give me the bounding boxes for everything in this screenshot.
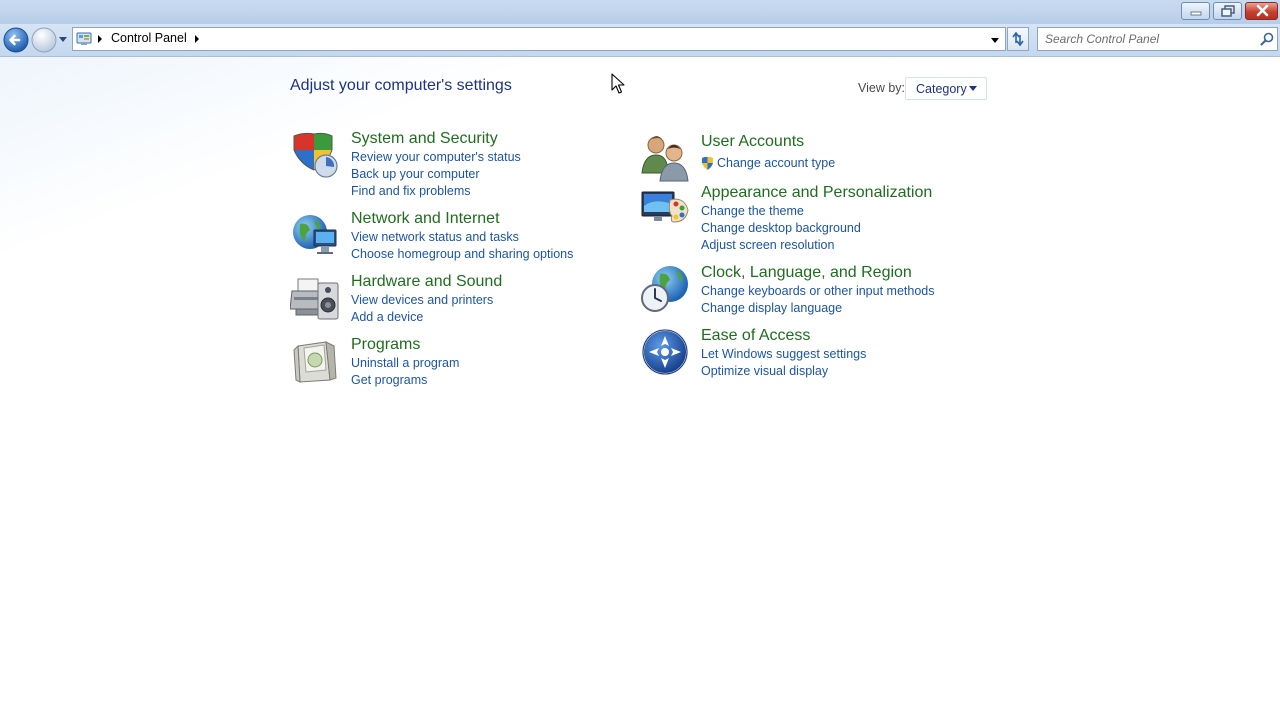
breadcrumb-chevron-icon[interactable] bbox=[194, 34, 200, 44]
link-suggest-settings[interactable]: Let Windows suggest settings bbox=[701, 347, 866, 361]
link-display-language[interactable]: Change display language bbox=[701, 301, 842, 315]
close-icon bbox=[1256, 4, 1269, 17]
link-find-fix-problems[interactable]: Find and fix problems bbox=[351, 184, 471, 198]
printer-speaker-icon[interactable] bbox=[290, 273, 340, 323]
main-content: Adjust your computer's settings View by:… bbox=[0, 57, 1280, 720]
link-optimize-visual-display[interactable]: Optimize visual display bbox=[701, 364, 828, 378]
window-title-bar bbox=[0, 0, 1280, 24]
forward-button[interactable] bbox=[31, 27, 57, 53]
category-title-appearance[interactable]: Appearance and Personalization bbox=[701, 184, 932, 202]
category-title-user-accounts[interactable]: User Accounts bbox=[701, 133, 804, 151]
navigation-bar: Control Panel bbox=[0, 24, 1280, 57]
category-title-network-internet[interactable]: Network and Internet bbox=[351, 210, 500, 228]
category-clock-language-region: Clock, Language, and Region Change keybo… bbox=[640, 264, 960, 319]
chevron-down-icon bbox=[969, 86, 977, 91]
link-uninstall-program[interactable]: Uninstall a program bbox=[351, 356, 459, 370]
search-input[interactable] bbox=[1038, 28, 1253, 50]
uac-shield-icon bbox=[702, 156, 713, 170]
category-title-system-security[interactable]: System and Security bbox=[351, 130, 498, 148]
address-bar[interactable]: Control Panel bbox=[72, 27, 1006, 51]
programs-box-icon[interactable] bbox=[290, 336, 340, 386]
restore-button[interactable] bbox=[1213, 2, 1242, 20]
search-box bbox=[1037, 27, 1278, 51]
category-system-security: System and Security Review your computer… bbox=[290, 130, 590, 200]
link-review-status[interactable]: Review your computer's status bbox=[351, 150, 521, 164]
category-title-programs[interactable]: Programs bbox=[351, 336, 420, 354]
category-ease-of-access: Ease of Access Let Windows suggest setti… bbox=[640, 327, 960, 382]
category-programs: Programs Uninstall a program Get program… bbox=[290, 336, 590, 391]
link-get-programs[interactable]: Get programs bbox=[351, 373, 427, 387]
category-user-accounts: User Accounts Change account type bbox=[640, 133, 960, 182]
view-by-value: Category bbox=[916, 82, 967, 96]
link-homegroup-sharing[interactable]: Choose homegroup and sharing options bbox=[351, 247, 573, 261]
category-appearance-personalization: Appearance and Personalization Change th… bbox=[640, 184, 960, 254]
view-by-dropdown[interactable]: Category bbox=[905, 77, 987, 100]
back-button[interactable] bbox=[3, 27, 29, 53]
link-add-device[interactable]: Add a device bbox=[351, 310, 423, 324]
recent-pages-dropdown-icon[interactable] bbox=[58, 33, 68, 45]
monitor-palette-icon[interactable] bbox=[640, 184, 690, 234]
minimize-icon bbox=[1190, 11, 1202, 16]
category-title-ease-of-access[interactable]: Ease of Access bbox=[701, 327, 810, 345]
category-hardware-sound: Hardware and Sound View devices and prin… bbox=[290, 273, 590, 328]
link-change-account-type[interactable]: Change account type bbox=[717, 156, 835, 170]
mouse-cursor-icon bbox=[611, 73, 625, 94]
refresh-icon bbox=[1012, 31, 1024, 47]
link-change-theme[interactable]: Change the theme bbox=[701, 204, 804, 218]
link-keyboards-input[interactable]: Change keyboards or other input methods bbox=[701, 284, 934, 298]
restore-icon bbox=[1221, 5, 1235, 17]
clock-globe-icon[interactable] bbox=[640, 264, 690, 314]
link-screen-resolution[interactable]: Adjust screen resolution bbox=[701, 238, 834, 252]
link-devices-printers[interactable]: View devices and printers bbox=[351, 293, 493, 307]
network-globe-icon[interactable] bbox=[290, 210, 340, 260]
shield-icon[interactable] bbox=[290, 130, 340, 180]
ease-of-access-icon[interactable] bbox=[640, 327, 690, 377]
search-icon[interactable] bbox=[1260, 32, 1274, 46]
category-network-internet: Network and Internet View network status… bbox=[290, 210, 590, 265]
control-panel-icon bbox=[76, 32, 92, 45]
users-icon[interactable] bbox=[640, 133, 690, 183]
breadcrumb-chevron-icon[interactable] bbox=[97, 34, 103, 44]
minimize-button[interactable] bbox=[1181, 2, 1210, 20]
category-title-clock-language[interactable]: Clock, Language, and Region bbox=[701, 264, 912, 282]
close-button[interactable] bbox=[1245, 2, 1278, 20]
page-title: Adjust your computer's settings bbox=[290, 77, 512, 94]
view-by-label: View by: bbox=[858, 81, 906, 95]
link-desktop-background[interactable]: Change desktop background bbox=[701, 221, 861, 235]
link-back-up[interactable]: Back up your computer bbox=[351, 167, 480, 181]
breadcrumb-control-panel[interactable]: Control Panel bbox=[111, 31, 187, 45]
address-dropdown-icon[interactable] bbox=[989, 34, 1001, 46]
link-view-network-status[interactable]: View network status and tasks bbox=[351, 230, 519, 244]
category-title-hardware-sound[interactable]: Hardware and Sound bbox=[351, 273, 502, 291]
refresh-button[interactable] bbox=[1007, 27, 1029, 51]
